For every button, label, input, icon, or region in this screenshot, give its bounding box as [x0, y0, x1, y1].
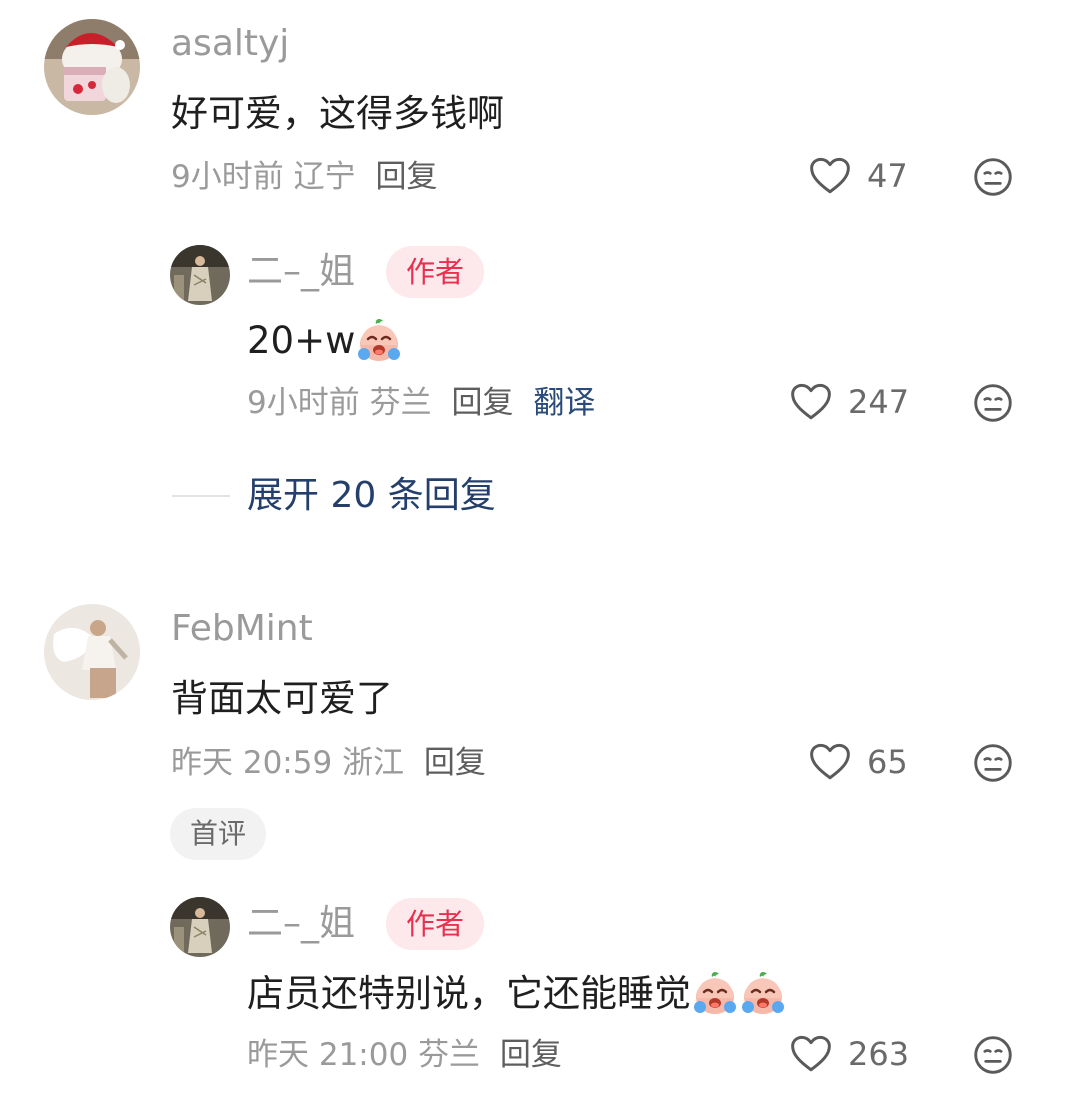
like-button[interactable]: 65	[809, 742, 908, 782]
avatar[interactable]	[44, 19, 140, 115]
avatar[interactable]	[170, 897, 230, 957]
like-button[interactable]: 247	[790, 382, 909, 422]
meh-emoji-icon[interactable]	[973, 1035, 1013, 1075]
heart-icon	[809, 742, 851, 782]
comment-location: 辽宁	[293, 159, 356, 195]
reply-time: 9小时前	[247, 385, 360, 421]
reply-text-content: 20+w	[247, 319, 356, 362]
crying-emoji-icon	[355, 315, 403, 363]
comment-user-name[interactable]: asaltyj	[171, 22, 289, 66]
like-button[interactable]: 47	[809, 156, 908, 196]
crying-emoji-icon	[691, 968, 739, 1016]
reply-text: 20+w	[247, 315, 403, 365]
reply-time: 昨天 21:00	[247, 1037, 409, 1073]
comment-time: 昨天 20:59	[171, 745, 333, 781]
reply-button[interactable]: 回复	[451, 385, 513, 421]
reply-text-content: 店员还特别说，它还能睡觉	[247, 972, 691, 1015]
reply-button[interactable]: 回复	[500, 1037, 562, 1073]
reply-user-name[interactable]: 二–_姐	[247, 902, 355, 946]
crying-emoji-icon	[739, 968, 787, 1016]
reply-meta: 昨天 21:00 芬兰 回复	[247, 1035, 562, 1075]
author-badge: 作者	[386, 246, 485, 298]
comment-user-name[interactable]: FebMint	[171, 607, 313, 651]
comment-time: 9小时前	[171, 159, 284, 195]
like-count: 65	[867, 743, 908, 781]
reply-button[interactable]: 回复	[424, 745, 486, 781]
translate-button[interactable]: 翻译	[533, 385, 595, 421]
reply-meta: 9小时前 芬兰 回复 翻译	[247, 383, 595, 423]
like-count: 47	[867, 157, 908, 195]
comment-meta: 9小时前 辽宁 回复	[171, 157, 437, 197]
comment-meta: 昨天 20:59 浙江 回复	[171, 743, 486, 783]
heart-icon	[790, 382, 832, 422]
reply-location: 芬兰	[418, 1037, 481, 1073]
reply-location: 芬兰	[369, 385, 432, 421]
reply-button[interactable]: 回复	[375, 159, 437, 195]
meh-emoji-icon[interactable]	[973, 743, 1013, 783]
expand-replies-button[interactable]: 展开 20 条回复	[247, 474, 496, 518]
divider	[172, 495, 230, 497]
reply-user-name[interactable]: 二–_姐	[247, 250, 355, 294]
like-count: 263	[848, 1035, 910, 1073]
comment-location: 浙江	[342, 745, 405, 781]
first-comment-badge: 首评	[170, 808, 267, 860]
heart-icon	[790, 1034, 832, 1074]
avatar[interactable]	[44, 604, 140, 700]
meh-emoji-icon[interactable]	[973, 157, 1013, 197]
like-button[interactable]: 263	[790, 1034, 909, 1074]
author-badge: 作者	[386, 898, 485, 950]
comment-text: 背面太可爱了	[171, 677, 393, 720]
like-count: 247	[848, 383, 910, 421]
avatar[interactable]	[170, 245, 230, 305]
meh-emoji-icon[interactable]	[973, 383, 1013, 423]
comment-text: 好可爱，这得多钱啊	[171, 92, 504, 135]
heart-icon	[809, 156, 851, 196]
reply-text: 店员还特别说，它还能睡觉	[247, 968, 787, 1018]
